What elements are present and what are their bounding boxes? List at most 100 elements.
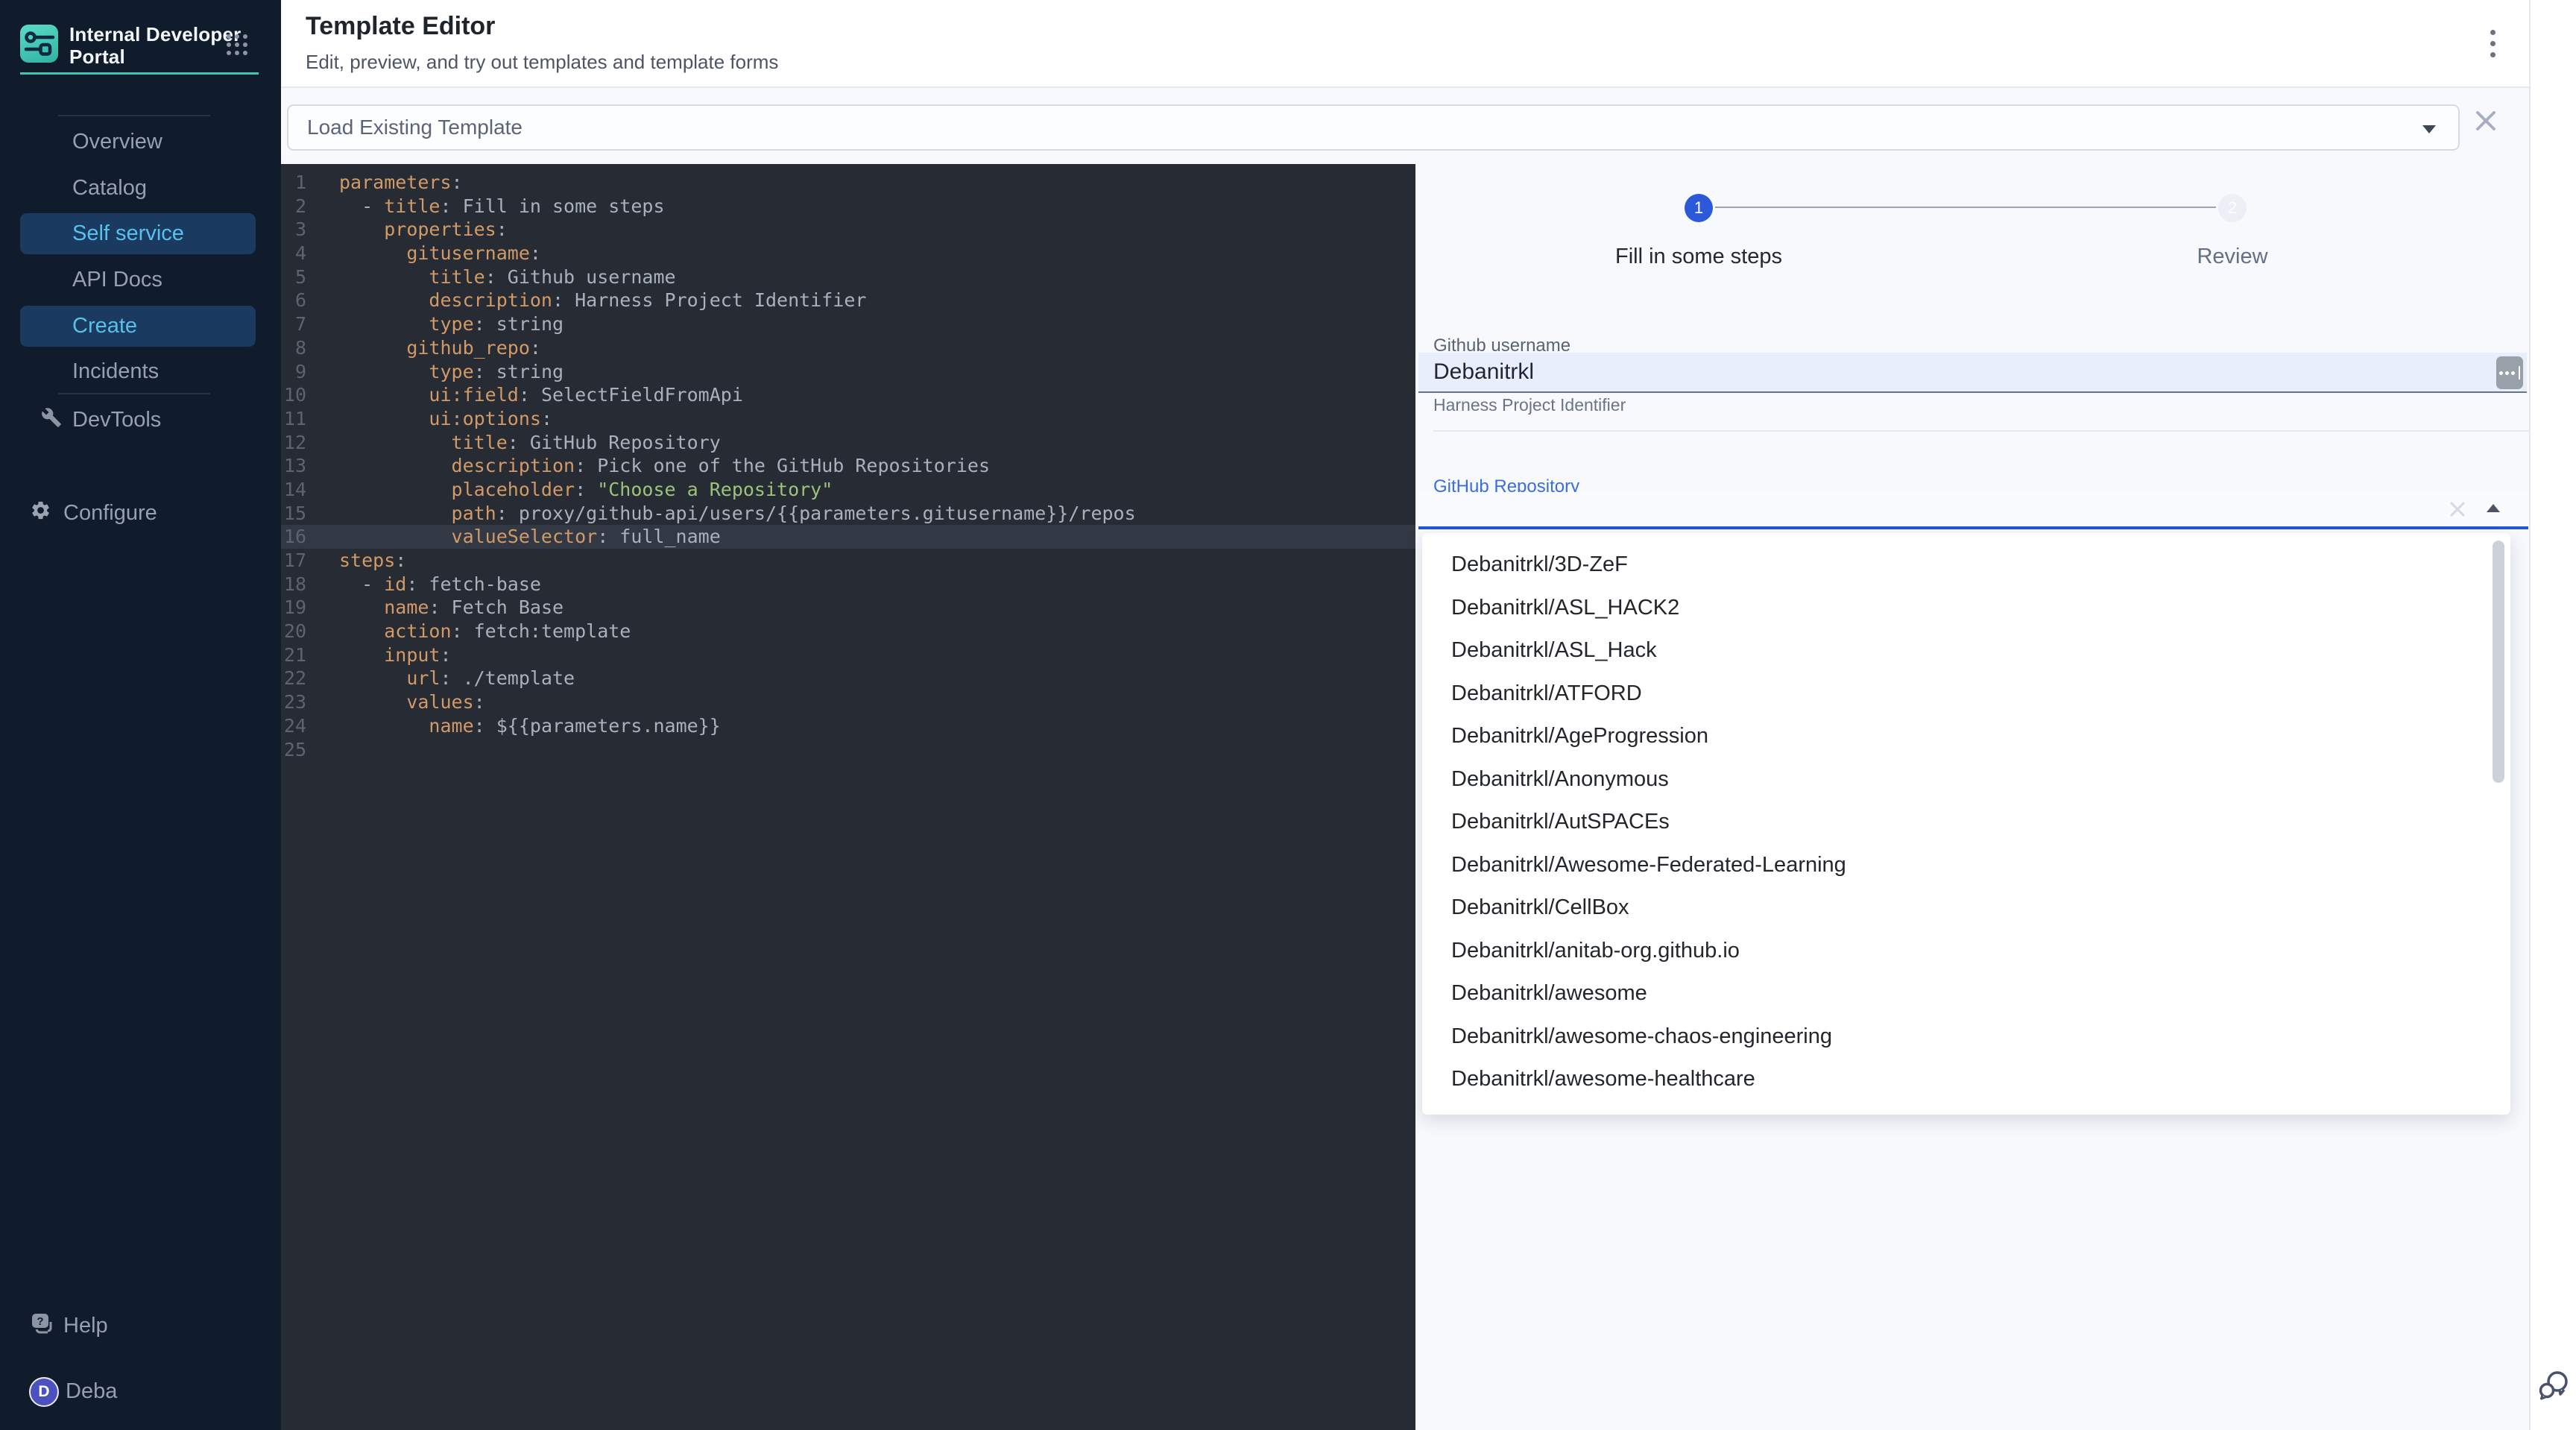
github-username-value: Debanitrkl xyxy=(1433,359,1534,385)
line-number: 8 xyxy=(281,336,306,360)
focus-underline xyxy=(1418,526,2528,529)
sidebar-item-api-docs[interactable]: API Docs xyxy=(20,259,256,300)
code-text xyxy=(306,738,339,762)
code-line-13: 13 description: Pick one of the GitHub R… xyxy=(281,454,1415,478)
step-number: 1 xyxy=(1694,198,1703,218)
sidebar-item-label: Help xyxy=(63,1314,108,1338)
load-template-select[interactable]: Load Existing Template xyxy=(287,104,2460,151)
line-number: 18 xyxy=(281,573,306,596)
line-number: 5 xyxy=(281,265,306,289)
code-text: properties: xyxy=(306,218,508,242)
page-header: Template Editor Edit, preview, and try o… xyxy=(281,0,2529,88)
line-number: 14 xyxy=(281,478,306,502)
step-number: 2 xyxy=(2228,198,2237,218)
yaml-code-editor[interactable]: 1parameters:2 - title: Fill in some step… xyxy=(281,164,1415,1430)
repository-option[interactable]: Debanitrkl/3D-ZeF xyxy=(1422,544,2510,587)
chevron-down-icon xyxy=(2422,125,2436,133)
repository-option[interactable]: Debanitrkl/ASL_Hack xyxy=(1422,629,2510,673)
repository-option[interactable]: Debanitrkl/AutSPACEs xyxy=(1422,801,2510,844)
sidebar-item-create[interactable]: Create xyxy=(20,306,256,347)
code-text: name: ${{parameters.name}} xyxy=(306,714,721,738)
dropdown-scrollbar[interactable] xyxy=(2493,541,2504,783)
line-number: 13 xyxy=(281,454,306,478)
autofill-extension-icon[interactable] xyxy=(2496,356,2523,389)
repository-option[interactable]: Debanitrkl/ATFORD xyxy=(1422,673,2510,716)
clear-selection-icon[interactable] xyxy=(2448,500,2467,519)
section-divider xyxy=(1433,430,2529,432)
code-text: type: string xyxy=(306,360,564,384)
code-line-6: 6 description: Harness Project Identifie… xyxy=(281,289,1415,312)
line-number: 12 xyxy=(281,431,306,455)
apps-grid-icon[interactable] xyxy=(226,34,248,56)
line-number: 17 xyxy=(281,549,306,573)
stepper-step-2[interactable]: 2 xyxy=(2218,194,2247,222)
line-number: 20 xyxy=(281,620,306,643)
gear-icon xyxy=(30,500,51,527)
code-text: input: xyxy=(306,643,452,667)
code-text: valueSelector: full_name xyxy=(306,525,721,549)
help-chat-icon: ? xyxy=(31,1311,54,1341)
stepper-label-1: Fill in some steps xyxy=(1565,245,1833,269)
repository-option[interactable]: Debanitrkl/CellBox xyxy=(1422,886,2510,930)
code-line-11: 11 ui:options: xyxy=(281,407,1415,431)
user-chip[interactable]: D Deba xyxy=(0,1371,281,1412)
code-line-1: 1parameters: xyxy=(281,171,1415,195)
line-number: 24 xyxy=(281,714,306,738)
code-line-9: 9 type: string xyxy=(281,360,1415,384)
sidebar-item-devtools[interactable]: DevTools xyxy=(0,400,281,441)
sidebar-item-catalog[interactable]: Catalog xyxy=(20,168,256,209)
code-text: steps: xyxy=(306,549,406,573)
line-number: 16 xyxy=(281,525,306,549)
stepper-step-1[interactable]: 1 xyxy=(1685,194,1713,222)
chevron-up-icon[interactable] xyxy=(2487,504,2500,512)
load-template-select-value: Load Existing Template xyxy=(307,116,523,139)
code-text: - id: fetch-base xyxy=(306,573,541,596)
sidebar-divider xyxy=(58,393,210,394)
code-line-16: 16 valueSelector: full_name xyxy=(281,525,1415,549)
code-text: ui:options: xyxy=(306,407,552,431)
github-repository-select[interactable] xyxy=(1418,492,2528,526)
wrench-icon xyxy=(41,407,62,434)
repository-option[interactable]: Debanitrkl/anitab-org.github.io xyxy=(1422,930,2510,973)
code-text: type: string xyxy=(306,312,564,336)
chat-bubbles-icon[interactable] xyxy=(2537,1369,2572,1403)
line-number: 7 xyxy=(281,312,306,336)
sidebar-item-incidents[interactable]: Incidents xyxy=(20,351,256,392)
sidebar-item-self-service[interactable]: Self service xyxy=(20,213,256,254)
repository-option[interactable]: Debanitrkl/awesome-healthcare xyxy=(1422,1058,2510,1101)
stepper-connector xyxy=(1715,207,2216,208)
code-line-10: 10 ui:field: SelectFieldFromApi xyxy=(281,383,1415,407)
repository-option[interactable]: Debanitrkl/Awesome-Federated-Learning xyxy=(1422,844,2510,887)
code-line-24: 24 name: ${{parameters.name}} xyxy=(281,714,1415,738)
code-line-3: 3 properties: xyxy=(281,218,1415,242)
code-text: title: Github username xyxy=(306,265,676,289)
sidebar-item-configure[interactable]: Configure xyxy=(0,493,281,534)
code-text: title: GitHub Repository xyxy=(306,431,721,455)
repository-option[interactable]: Debanitrkl/awesome xyxy=(1422,972,2510,1015)
avatar: D xyxy=(29,1377,59,1407)
toolbar: Load Existing Template xyxy=(281,89,2529,164)
repository-option[interactable]: Debanitrkl/ASL_HACK2 xyxy=(1422,587,2510,630)
brand-accent-rule xyxy=(20,72,259,75)
close-icon[interactable] xyxy=(2472,107,2502,137)
line-number: 21 xyxy=(281,643,306,667)
code-line-15: 15 path: proxy/github-api/users/{{parame… xyxy=(281,502,1415,526)
sidebar-item-help[interactable]: ? Help xyxy=(0,1305,281,1346)
code-text: url: ./template xyxy=(306,667,575,690)
sidebar-item-overview[interactable]: Overview xyxy=(20,122,256,163)
template-form-panel: 1 2 Fill in some steps Review Github use… xyxy=(1415,164,2529,1430)
page-subtitle: Edit, preview, and try out templates and… xyxy=(306,51,778,74)
code-line-20: 20 action: fetch:template xyxy=(281,620,1415,643)
page-title: Template Editor xyxy=(306,12,495,41)
github-username-input[interactable]: Debanitrkl xyxy=(1418,353,2527,393)
code-line-17: 17steps: xyxy=(281,549,1415,573)
repository-option[interactable]: Debanitrkl/AgeProgression xyxy=(1422,715,2510,758)
sidebar-nav: Overview CatalogSelf service API Docs Creat… xyxy=(0,122,281,397)
repository-option[interactable]: Debanitrkl/Anonymous xyxy=(1422,758,2510,801)
code-line-14: 14 placeholder: "Choose a Repository" xyxy=(281,478,1415,502)
code-line-22: 22 url: ./template xyxy=(281,667,1415,690)
code-line-19: 19 name: Fetch Base xyxy=(281,596,1415,620)
repository-option[interactable]: Debanitrkl/awesome-chaos-engineering xyxy=(1422,1015,2510,1059)
kebab-menu-icon[interactable] xyxy=(2490,30,2498,63)
brand: Internal Developer Portal xyxy=(0,0,281,75)
